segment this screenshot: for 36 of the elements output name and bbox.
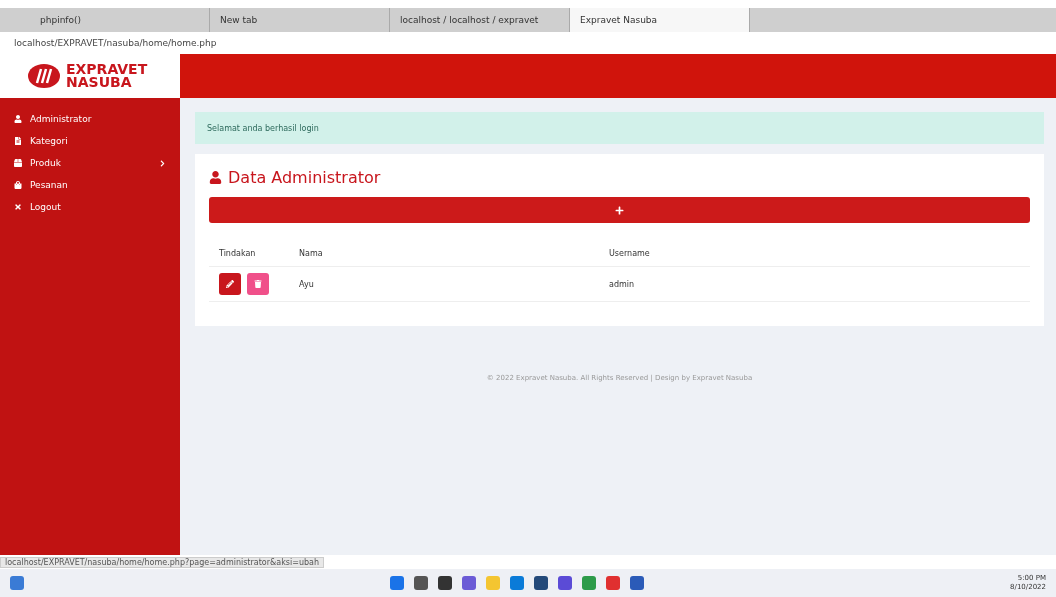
- sidebar-item[interactable]: Pesanan: [0, 174, 180, 196]
- app-icon[interactable]: [630, 576, 645, 590]
- sidebar-item[interactable]: Logout: [0, 196, 180, 218]
- card-title: Data Administrator: [209, 168, 1030, 187]
- pencil-icon: [226, 280, 234, 288]
- table-cell: Ayu: [289, 266, 599, 302]
- brand-name: NASUBA: [66, 76, 133, 89]
- plus-icon: [615, 205, 624, 215]
- column-header: Tindakan: [209, 241, 289, 267]
- bag-icon: [14, 181, 22, 189]
- logo-icon: [28, 64, 60, 88]
- sidebar-item[interactable]: Administrator: [0, 108, 180, 130]
- address-field[interactable]: localhost/EXPRAVET/nasuba/home/home.php: [14, 38, 217, 48]
- table-cell: admin: [599, 266, 1030, 302]
- edit-button[interactable]: [219, 273, 241, 295]
- browser-tab[interactable]: phpinfo(): [30, 8, 210, 32]
- column-header: Nama: [289, 241, 599, 267]
- status-url: localhost/EXPRAVET/nasuba/home/home.php?page=administrator&aksi=ubah: [0, 556, 324, 568]
- sidebar-item[interactable]: Produk: [0, 152, 180, 174]
- app-icon[interactable]: [534, 576, 549, 590]
- user-icon: [14, 115, 22, 123]
- app-icon[interactable]: [438, 576, 453, 590]
- browser-tab[interactable]: New tab: [210, 8, 390, 32]
- browser-tab[interactable]: Expravet Nasuba: [570, 8, 750, 32]
- file-icon: [14, 137, 22, 145]
- user-icon: [209, 171, 222, 184]
- trash-icon: [254, 280, 262, 288]
- brand-name: EXPRAVET: [66, 63, 148, 76]
- box-icon: [14, 159, 22, 167]
- close-icon: [14, 203, 22, 211]
- column-header: Username: [599, 241, 1030, 267]
- app-icon[interactable]: [558, 576, 573, 590]
- app-icon[interactable]: [414, 576, 429, 590]
- success-alert: Selamat anda berhasil login: [195, 112, 1044, 144]
- delete-button[interactable]: [247, 273, 269, 295]
- sidebar-item[interactable]: Kategori: [0, 130, 180, 152]
